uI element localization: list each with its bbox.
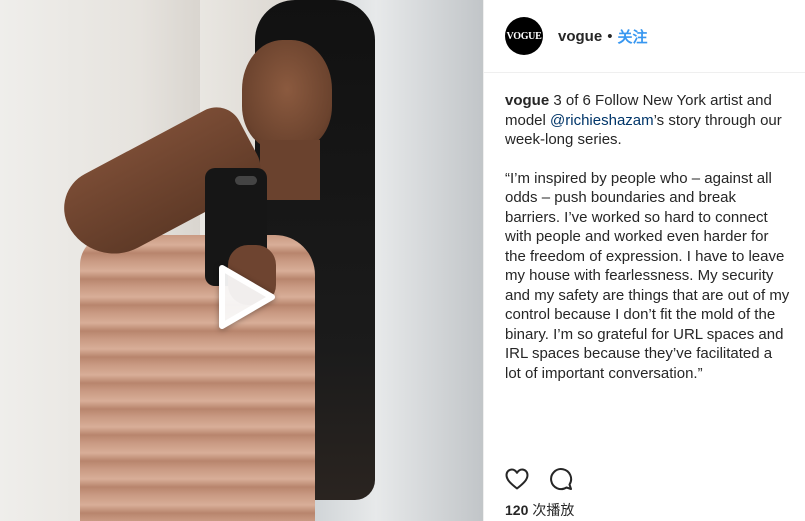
caption-username[interactable]: vogue: [505, 92, 549, 109]
separator-dot: •: [607, 27, 613, 45]
post-frame: VOGUE vogue • 关注 vogue 3 of 6 Follow New…: [0, 0, 805, 521]
view-count-number: 120: [505, 502, 529, 518]
post-side-panel: VOGUE vogue • 关注 vogue 3 of 6 Follow New…: [483, 0, 805, 521]
view-count-label: 次播放: [532, 502, 575, 518]
post-video[interactable]: [0, 0, 483, 521]
caption-quote: “I’m inspired by people who – against al…: [505, 169, 790, 382]
avatar-text: VOGUE: [506, 30, 542, 42]
account-username[interactable]: vogue: [558, 28, 602, 45]
video-subject-neck: [260, 140, 320, 200]
caption-mention-link[interactable]: @richieshazam: [550, 112, 654, 129]
post-actions: [505, 467, 573, 496]
follow-button[interactable]: 关注: [617, 26, 647, 47]
avatar[interactable]: VOGUE: [505, 17, 543, 55]
view-count: 120 次播放: [505, 500, 574, 520]
play-icon[interactable]: [210, 262, 280, 332]
post-caption: vogue 3 of 6 Follow New York artist and …: [484, 73, 805, 383]
video-subject-face: [242, 40, 332, 150]
heart-icon[interactable]: [505, 468, 529, 495]
post-header: VOGUE vogue • 关注: [484, 0, 805, 73]
caption-intro: vogue 3 of 6 Follow New York artist and …: [505, 91, 791, 150]
comment-icon[interactable]: [549, 467, 573, 496]
